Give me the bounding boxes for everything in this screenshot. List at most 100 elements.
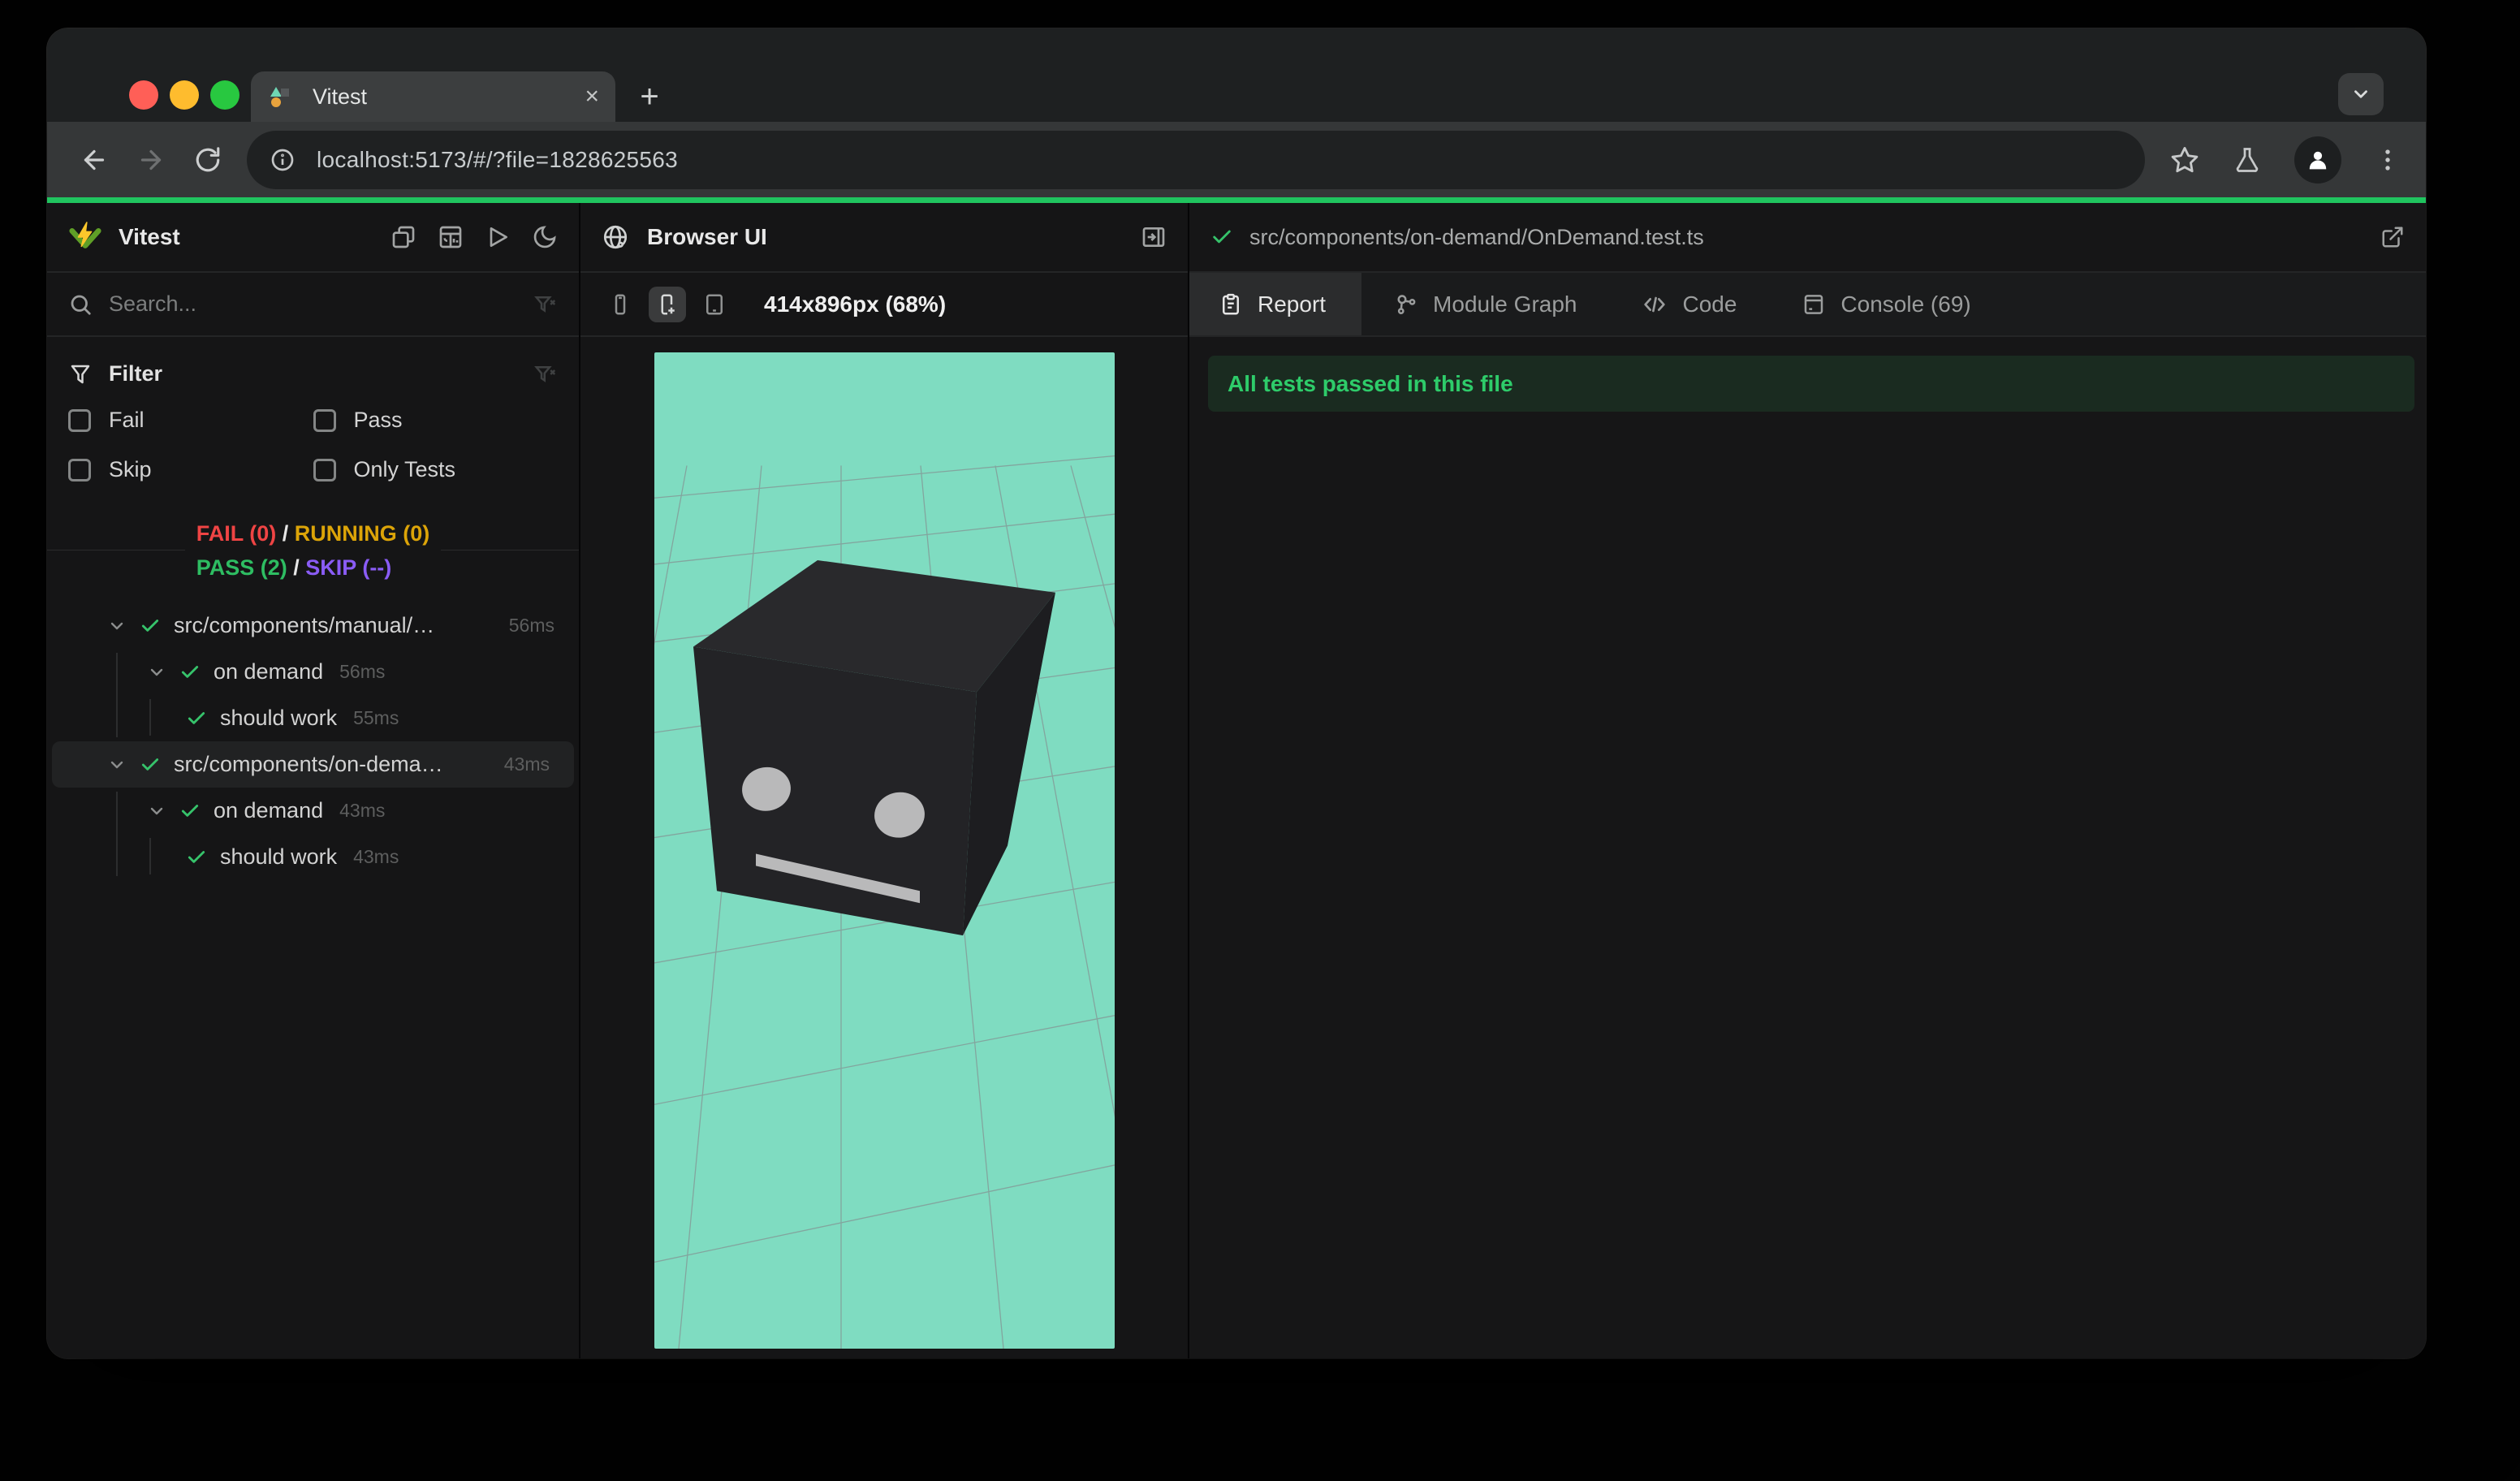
- tab-report[interactable]: Report: [1189, 273, 1362, 335]
- test-suite-row[interactable]: on demand 43ms: [47, 788, 579, 834]
- report-layout-icon[interactable]: [438, 224, 464, 250]
- tab-close-icon[interactable]: ×: [585, 84, 599, 109]
- globe-icon: [603, 225, 628, 249]
- chevron-down-icon[interactable]: [107, 755, 127, 775]
- site-info-icon[interactable]: [270, 147, 296, 173]
- test-duration: 55ms: [353, 707, 399, 728]
- minimize-window-button[interactable]: [170, 80, 199, 110]
- chevron-down-icon[interactable]: [147, 801, 166, 821]
- funnel-icon: [71, 365, 90, 383]
- check-icon: [188, 850, 205, 863]
- test-duration: 43ms: [339, 800, 386, 821]
- clipboard-icon: [1223, 293, 1239, 314]
- tablet-icon: [706, 294, 723, 314]
- checkbox-fail[interactable]: [68, 408, 91, 432]
- check-icon: [141, 619, 159, 632]
- search-icon: [71, 295, 91, 315]
- running-count: RUNNING (0): [294, 521, 430, 546]
- clear-filter-icon[interactable]: [533, 362, 558, 386]
- experiments-flask-icon[interactable]: [2233, 145, 2262, 175]
- traffic-lights: [129, 80, 239, 110]
- phone-plus-icon: [661, 294, 675, 314]
- clear-filter-icon[interactable]: [533, 292, 558, 317]
- check-icon: [181, 804, 199, 817]
- skip-count: SKIP (--): [305, 555, 392, 580]
- device-tablet-button[interactable]: [696, 287, 733, 322]
- test-case-label: should work: [220, 844, 338, 869]
- test-file-label: src/components/manual/…: [174, 613, 435, 637]
- device-phone-small-button[interactable]: [602, 287, 639, 322]
- arrow-left-icon: [84, 149, 105, 170]
- zoom-window-button[interactable]: [210, 80, 239, 110]
- device-phone-plus-button[interactable]: [649, 286, 686, 322]
- address-bar[interactable]: localhost:5173/#/?file=1828625563: [247, 130, 2145, 189]
- reload-icon: [196, 146, 220, 171]
- filter-checkbox-pass[interactable]: Pass: [313, 408, 559, 433]
- browser-tab[interactable]: Vitest ×: [251, 71, 615, 122]
- chevron-down-icon[interactable]: [107, 616, 127, 636]
- tab-title: Vitest: [313, 84, 368, 109]
- back-button[interactable]: [71, 137, 117, 183]
- tab-code[interactable]: Code: [1609, 273, 1769, 335]
- checkbox-skip[interactable]: [68, 458, 91, 481]
- test-duration: 43ms: [353, 846, 399, 867]
- checkbox-pass[interactable]: [313, 408, 336, 432]
- browser-menu-icon[interactable]: [2374, 146, 2401, 174]
- forward-button[interactable]: [128, 137, 174, 183]
- vitest-logo-icon: [69, 222, 101, 248]
- test-case-row[interactable]: should work 55ms: [47, 695, 579, 741]
- 3d-scene: [654, 352, 1115, 1349]
- sidebar-header: Vitest: [47, 203, 579, 273]
- check-icon: [188, 711, 205, 724]
- tab-module-graph[interactable]: Module Graph: [1361, 273, 1609, 335]
- dark-mode-moon-icon[interactable]: [532, 224, 558, 250]
- check-icon: [181, 665, 199, 678]
- test-file-row[interactable]: src/components/manual/… 56ms: [47, 602, 579, 649]
- test-browser-viewport[interactable]: [654, 352, 1115, 1349]
- fail-count: FAIL (0): [196, 521, 277, 546]
- checkbox-only-tests[interactable]: [313, 458, 336, 481]
- tab-search-button[interactable]: [2338, 73, 2384, 115]
- report-panel: src/components/on-demand/OnDemand.test.t…: [1189, 203, 2426, 1358]
- test-case-row[interactable]: should work 43ms: [47, 834, 579, 880]
- test-summary: FAIL (0) / RUNNING (0) PASS (2) / SKIP (…: [47, 503, 579, 596]
- tab-console[interactable]: Console (69): [1769, 273, 2003, 335]
- test-suite-row[interactable]: on demand 56ms: [47, 649, 579, 695]
- test-explorer-sidebar: Vitest Filter: [47, 203, 579, 1358]
- open-external-icon[interactable]: [2380, 225, 2405, 249]
- filter-checkbox-only-tests[interactable]: Only Tests: [313, 457, 559, 482]
- run-all-icon[interactable]: [485, 224, 511, 250]
- filter-checkbox-skip[interactable]: Skip: [68, 457, 313, 482]
- test-duration: 56ms: [339, 661, 386, 682]
- url-text[interactable]: localhost:5173/#/?file=1828625563: [317, 147, 678, 173]
- dashboard-windows-icon[interactable]: [391, 224, 416, 250]
- chevron-down-icon[interactable]: [147, 663, 166, 682]
- panel-open-icon[interactable]: [1141, 224, 1167, 250]
- report-file-header: src/components/on-demand/OnDemand.test.t…: [1189, 203, 2426, 273]
- console-icon: [1805, 294, 1823, 314]
- person-icon: [2309, 151, 2327, 169]
- reload-button[interactable]: [185, 137, 231, 183]
- test-file-row-selected[interactable]: src/components/on-dema… 43ms: [52, 741, 574, 788]
- test-duration: 56ms: [508, 615, 554, 636]
- browser-ui-header: Browser UI: [580, 203, 1188, 273]
- browser-window: Vitest × + localhost:5173/#/?file=182862…: [47, 28, 2426, 1358]
- new-tab-button[interactable]: +: [628, 76, 671, 118]
- test-tree: src/components/manual/… 56ms on demand 5…: [47, 596, 579, 880]
- search-input[interactable]: [109, 291, 533, 317]
- bookmark-star-icon[interactable]: [2169, 145, 2200, 175]
- test-suite-label: on demand: [214, 659, 324, 684]
- arrow-right-icon: [140, 149, 162, 170]
- profile-avatar[interactable]: [2294, 136, 2341, 184]
- test-duration: 43ms: [503, 753, 550, 775]
- report-body: All tests passed in this file: [1189, 337, 2426, 1358]
- vitest-accent-line: [47, 197, 2426, 203]
- filter-checkbox-fail[interactable]: Fail: [68, 408, 313, 433]
- all-tests-passed-banner: All tests passed in this file: [1208, 356, 2414, 412]
- pass-count: PASS (2): [196, 555, 287, 580]
- sidebar-title: Vitest: [119, 224, 180, 249]
- close-window-button[interactable]: [129, 80, 158, 110]
- browser-titlebar: Vitest × +: [47, 28, 2426, 122]
- viewport-dimensions: 414x896px (68%): [764, 291, 947, 317]
- browser-ui-title: Browser UI: [647, 224, 767, 249]
